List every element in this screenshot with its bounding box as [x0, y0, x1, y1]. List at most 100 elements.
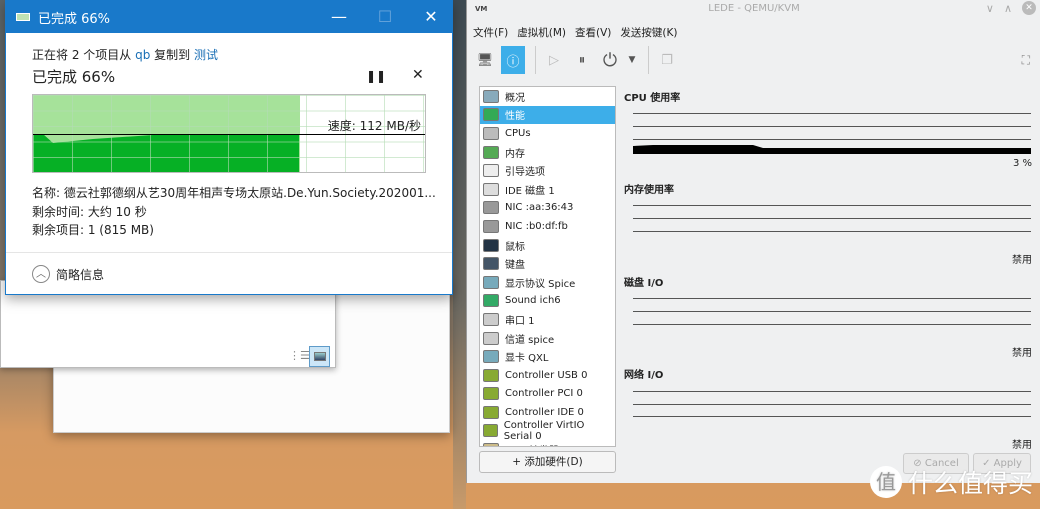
hardware-icon: [483, 405, 499, 419]
sidebar-item[interactable]: 串口 1: [480, 310, 615, 329]
virt-manager-window: LEDE - QEMU/KVM VM ∨ ∧ ✕ 文件(F) 虚拟机(M) 查看(V) 发…: [466, 0, 1040, 483]
sidebar-item-label: 引导选项: [505, 167, 545, 179]
desc-text: 复制到: [150, 48, 194, 62]
sidebar-item[interactable]: IDE 磁盘 1: [480, 180, 615, 199]
speed-line: [33, 134, 425, 135]
power-icon[interactable]: ⏻: [598, 46, 622, 74]
snapshot-icon[interactable]: ❐: [655, 46, 679, 74]
items-remaining: 剩余项目: 1 (815 MB): [32, 223, 154, 237]
menu-bar: 文件(F) 虚拟机(M) 查看(V) 发送按键(K): [473, 25, 677, 40]
network-io-value: 禁用: [1012, 440, 1032, 451]
sidebar-item-label: 信道 spice: [505, 334, 555, 346]
sidebar-item-label: Sound ich6: [505, 295, 561, 307]
hardware-icon: [483, 108, 499, 122]
chevron-down-icon[interactable]: ▼: [626, 46, 638, 74]
hardware-icon: [483, 257, 499, 271]
sidebar-item[interactable]: Controller VirtIO Serial 0: [480, 419, 615, 442]
sidebar-item-label: Controller PCI 0: [505, 388, 583, 400]
disk-io-value: 禁用: [1012, 348, 1032, 359]
divider: [6, 252, 452, 253]
cpu-usage-value: 3 %: [1012, 158, 1032, 169]
speed-label: 速度: 112 MB/秒: [327, 119, 421, 133]
sidebar-item[interactable]: 显示协议 Spice: [480, 273, 615, 292]
thumbnail-view-icon[interactable]: [309, 346, 330, 367]
watermark-text: 什么值得买: [908, 469, 1034, 498]
sidebar-item[interactable]: NIC :b0:df:fb: [480, 217, 615, 236]
source-link[interactable]: qb: [135, 48, 150, 62]
hardware-icon: [483, 387, 499, 401]
sidebar-item[interactable]: Sound ich6: [480, 292, 615, 311]
sidebar-item[interactable]: 鼠标: [480, 236, 615, 255]
sidebar-item-label: NIC :b0:df:fb: [505, 220, 568, 232]
run-icon[interactable]: ▷: [542, 46, 566, 74]
desktop-background: [453, 0, 466, 509]
sidebar-item-label: 显卡 QXL: [505, 353, 549, 365]
sidebar-item-label: 概况: [505, 92, 525, 104]
hardware-list: 概况 性能 CPUs 内存引导选项 IDE 磁盘 1 NIC :aa:36:43 NIC :…: [479, 86, 616, 447]
sidebar-item-label: 键盘: [505, 260, 525, 272]
sidebar-item[interactable]: 概况: [480, 87, 615, 106]
details-view-icon[interactable]: ⋮☰: [289, 349, 310, 363]
sidebar-item[interactable]: 性能: [480, 105, 615, 125]
close-button[interactable]: ✕: [408, 1, 454, 33]
pause-button[interactable]: ❚❚: [366, 69, 386, 83]
sidebar-item-label: 显示协议 Spice: [505, 278, 576, 290]
sidebar-item[interactable]: Controller IDE 0: [480, 403, 615, 422]
minimize-button[interactable]: ∨: [986, 2, 994, 15]
sidebar-item[interactable]: 内存: [480, 143, 615, 162]
window-title: LEDE - QEMU/KVM: [708, 3, 800, 14]
sidebar-item-label: 内存: [505, 148, 525, 160]
hardware-icon: [483, 350, 499, 364]
details-icon[interactable]: ⓘ: [501, 46, 525, 74]
hardware-icon: [483, 126, 499, 140]
sidebar-item[interactable]: 键盘: [480, 254, 615, 273]
hardware-icon: [483, 219, 499, 233]
sidebar-item[interactable]: CPUs: [480, 124, 615, 143]
sidebar-item[interactable]: NIC :aa:36:43: [480, 199, 615, 218]
sidebar-item[interactable]: Controller PCI 0: [480, 385, 615, 404]
cancel-copy-button[interactable]: ✕: [412, 67, 424, 83]
disk-io-label: 磁盘 I/O: [624, 278, 664, 289]
sidebar-item[interactable]: 显卡 QXL: [480, 347, 615, 366]
chevron-up-icon: ︿: [32, 265, 50, 283]
memory-usage-label: 内存使用率: [624, 185, 674, 196]
sidebar-item[interactable]: Controller USB 0: [480, 366, 615, 385]
sidebar-item[interactable]: 引导选项: [480, 161, 615, 180]
file-name: 名称: 德云社郭德纲从艺30周年相声专场太原站.De.Yun.Society.2…: [32, 186, 436, 200]
app-logo: VM: [475, 5, 488, 13]
sidebar-item-label: Controller VirtIO Serial 0: [503, 419, 585, 442]
menu-item[interactable]: 虚拟机(M): [517, 25, 566, 40]
menu-item[interactable]: 文件(F): [473, 25, 508, 40]
cpu-usage-graph: [633, 145, 1031, 154]
dest-link[interactable]: 测试: [194, 48, 218, 62]
cpu-usage-label: CPU 使用率: [624, 93, 681, 104]
copy-description: 正在将 2 个项目从 qb 复制到 测试: [32, 46, 218, 63]
sidebar-item[interactable]: 信道 spice: [480, 329, 615, 348]
maximize-button: ☐: [377, 7, 393, 26]
pause-icon[interactable]: ⏸: [570, 46, 594, 74]
close-button[interactable]: ✕: [1022, 1, 1036, 15]
fewer-details-button[interactable]: ︿ 简略信息: [32, 265, 104, 283]
sidebar-item-label: IDE 磁盘 1: [505, 185, 555, 197]
hardware-icon: [483, 368, 499, 382]
hardware-icon: [483, 424, 498, 438]
menu-item[interactable]: 发送按键(K): [620, 25, 677, 40]
minimize-button[interactable]: —: [316, 1, 362, 33]
add-hardware-button[interactable]: + 添加硬件(D): [479, 451, 616, 473]
console-icon[interactable]: 🖥: [473, 46, 497, 74]
hardware-icon: [483, 201, 499, 215]
progress-text: 已完成 66%: [32, 68, 116, 86]
copy-progress-dialog: 已完成 66% — ☐ ✕ 正在将 2 个项目从 qb 复制到 测试 已完成 6…: [5, 0, 453, 295]
memory-usage-value: 禁用: [1012, 255, 1032, 266]
network-io-label: 网络 I/O: [624, 370, 664, 381]
menu-item[interactable]: 查看(V): [575, 25, 611, 40]
watermark: 值什么值得买: [870, 464, 1033, 500]
hardware-icon: [483, 145, 499, 159]
fullscreen-icon[interactable]: ⛶: [1022, 53, 1030, 68]
sidebar-item-label: 鼠标: [505, 241, 525, 253]
hardware-icon: [483, 164, 499, 178]
title-bar: 已完成 66% — ☐ ✕: [6, 1, 452, 33]
toolbar: 🖥 ⓘ ▷ ⏸ ⏻ ▼ ❐: [473, 45, 683, 75]
maximize-button[interactable]: ∧: [1004, 2, 1012, 15]
sidebar-item-label: CPUs: [505, 127, 531, 139]
